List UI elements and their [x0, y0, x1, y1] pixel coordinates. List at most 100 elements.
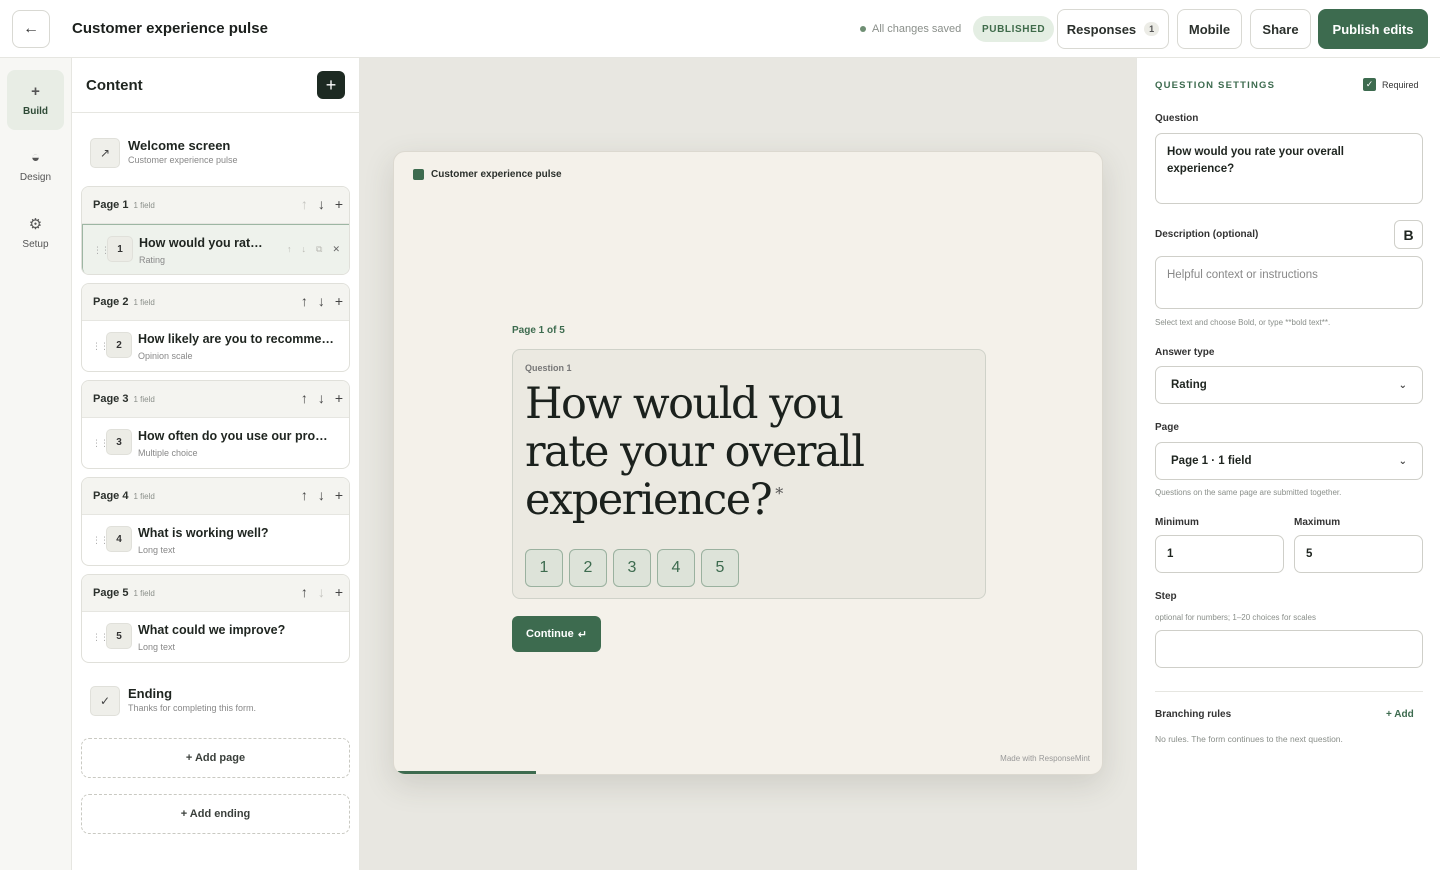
question-heading: How would you rate your overall experien… — [525, 379, 865, 525]
move-up-icon[interactable]: ↑ — [301, 584, 308, 600]
question-item[interactable]: ⋮⋮ 1 How would you rate your overall exp… — [82, 224, 349, 274]
publish-edits-button[interactable]: Publish edits — [1318, 9, 1428, 49]
page-card-1: Page 11 field ↑ ↓ + ⋮⋮ 1 How would you r… — [81, 186, 350, 275]
form-title: Customer experience pulse — [72, 20, 268, 37]
question-title: How often do you use our product? — [138, 429, 334, 443]
add-page-button[interactable]: + Add page — [81, 738, 350, 778]
page-header[interactable]: Page 11 field ↑ ↓ + — [82, 187, 349, 224]
rail-item-design[interactable]: ◒ Design — [7, 136, 64, 196]
share-button[interactable]: Share — [1250, 9, 1311, 49]
page-header[interactable]: Page 21 field ↑ ↓ + — [82, 284, 349, 321]
rating-option[interactable]: 1 — [525, 549, 563, 587]
move-down-icon[interactable]: ↓ — [318, 487, 325, 503]
branching-rules-label: Branching rules — [1155, 709, 1232, 720]
chevron-down-icon: ⌄ — [1398, 379, 1407, 391]
add-icon[interactable]: + — [335, 390, 343, 406]
rail-item-label: Design — [19, 172, 52, 183]
question-number: 3 — [106, 429, 132, 455]
move-down-icon[interactable]: ↓ — [318, 584, 325, 600]
add-content-button[interactable]: + — [317, 71, 345, 99]
content-panel: Content + ↗ Welcome screen Customer expe… — [72, 58, 360, 870]
form-preview: Customer experience pulse Page 1 of 5 Qu… — [393, 151, 1103, 775]
page-header[interactable]: Page 41 field ↑ ↓ + — [82, 478, 349, 515]
checkbox-checked-icon[interactable]: ✓ — [1363, 78, 1376, 91]
move-down-icon[interactable]: ↓ — [318, 196, 325, 212]
page-field-count: 1 field — [133, 298, 155, 307]
rating-option[interactable]: 2 — [569, 549, 607, 587]
question-item[interactable]: ⋮⋮ 4 What is working well? Long text — [82, 515, 349, 565]
add-icon[interactable]: + — [335, 293, 343, 309]
move-up-icon[interactable]: ↑ — [287, 244, 292, 255]
question-type: Opinion scale — [138, 351, 193, 361]
required-label: Required — [1382, 79, 1419, 90]
add-icon[interactable]: + — [335, 487, 343, 503]
page-header[interactable]: Page 31 field ↑ ↓ + — [82, 381, 349, 418]
add-icon[interactable]: + — [335, 196, 343, 212]
palette-icon: ◒ — [30, 149, 41, 166]
question-item[interactable]: ⋮⋮ 2 How likely are you to recommend us?… — [82, 321, 349, 371]
rating-option[interactable]: 5 — [701, 549, 739, 587]
question-type: Long text — [138, 642, 176, 652]
page-card-5: Page 51 field ↑ ↓ + ⋮⋮ 5 What could we i… — [81, 574, 350, 663]
page-header[interactable]: Page 51 field ↑ ↓ + — [82, 575, 349, 612]
page-field-count: 1 field — [133, 395, 155, 404]
description-field-label: Description (optional) — [1155, 229, 1259, 240]
page-field-count: 1 field — [133, 492, 155, 501]
add-icon[interactable]: + — [335, 584, 343, 600]
branching-hint: No rules. The form continues to the next… — [1155, 734, 1343, 744]
add-branching-rule-button[interactable]: + Add — [1386, 709, 1414, 720]
back-button[interactable]: ← — [12, 10, 50, 48]
question-field-label: Question — [1155, 113, 1199, 124]
maximum-input[interactable]: 5 — [1294, 535, 1423, 573]
page-select[interactable]: Page 1 · 1 field ⌄ — [1155, 442, 1423, 480]
gear-icon: ⚙ — [28, 215, 43, 233]
duplicate-icon[interactable]: ⧉ — [316, 244, 322, 255]
page-indicator: Page 1 of 5 — [512, 325, 565, 336]
welcome-subtitle: Customer experience pulse — [128, 155, 238, 165]
move-down-icon[interactable]: ↓ — [318, 293, 325, 309]
mobile-button[interactable]: Mobile — [1177, 9, 1242, 49]
rail-item-setup[interactable]: ⚙ Setup — [7, 202, 64, 262]
page-title: Page 51 field — [93, 587, 155, 599]
rating-scale: 1 2 3 4 5 — [525, 549, 739, 587]
page-field-count: 1 field — [133, 589, 155, 598]
rail-item-build[interactable]: + Build — [7, 70, 64, 130]
continue-button[interactable]: Continue ↵ — [512, 616, 601, 652]
delete-icon[interactable]: ✕ — [332, 244, 340, 255]
status-badge: PUBLISHED — [973, 16, 1055, 42]
move-up-icon[interactable]: ↑ — [301, 390, 308, 406]
minimum-label: Minimum — [1155, 517, 1199, 528]
page-title: Page 21 field — [93, 296, 155, 308]
page-field-count: 1 field — [133, 201, 155, 210]
question-number: 4 — [106, 526, 132, 552]
required-toggle[interactable]: ✓ Required — [1363, 78, 1419, 91]
rating-option[interactable]: 3 — [613, 549, 651, 587]
move-down-icon[interactable]: ↓ — [318, 390, 325, 406]
step-hint: optional for numbers; 1–20 choices for s… — [1155, 613, 1316, 622]
responses-button[interactable]: Responses 1 — [1057, 9, 1169, 49]
ending-screen-item[interactable]: ✓ Ending Thanks for completing this form… — [90, 684, 340, 718]
move-up-icon[interactable]: ↑ — [301, 293, 308, 309]
minimum-input[interactable]: 1 — [1155, 535, 1284, 573]
welcome-screen-item[interactable]: ↗ Welcome screen Customer experience pul… — [90, 136, 340, 170]
move-up-icon[interactable]: ↑ — [301, 196, 308, 212]
status-dot-icon — [860, 26, 866, 32]
bold-button[interactable]: B — [1394, 220, 1423, 249]
move-up-icon[interactable]: ↑ — [301, 487, 308, 503]
rating-option[interactable]: 4 — [657, 549, 695, 587]
brand-logo-icon — [413, 169, 424, 180]
add-ending-button[interactable]: + Add ending — [81, 794, 350, 834]
question-item[interactable]: ⋮⋮ 5 What could we improve? Long text — [82, 612, 349, 662]
question-textarea[interactable]: How would you rate your overall experien… — [1155, 133, 1423, 204]
step-input[interactable] — [1155, 630, 1423, 668]
settings-title: QUESTION SETTINGS — [1155, 80, 1276, 91]
question-item[interactable]: ⋮⋮ 3 How often do you use our product? M… — [82, 418, 349, 468]
welcome-title: Welcome screen — [128, 138, 231, 153]
rail-item-label: Setup — [22, 238, 49, 250]
description-textarea[interactable]: Helpful context or instructions — [1155, 256, 1423, 309]
content-title: Content — [86, 77, 143, 94]
answer-type-select[interactable]: Rating ⌄ — [1155, 366, 1423, 404]
question-number: 1 — [107, 236, 133, 262]
move-down-icon[interactable]: ↓ — [302, 244, 307, 255]
page-field-label: Page — [1155, 422, 1179, 433]
